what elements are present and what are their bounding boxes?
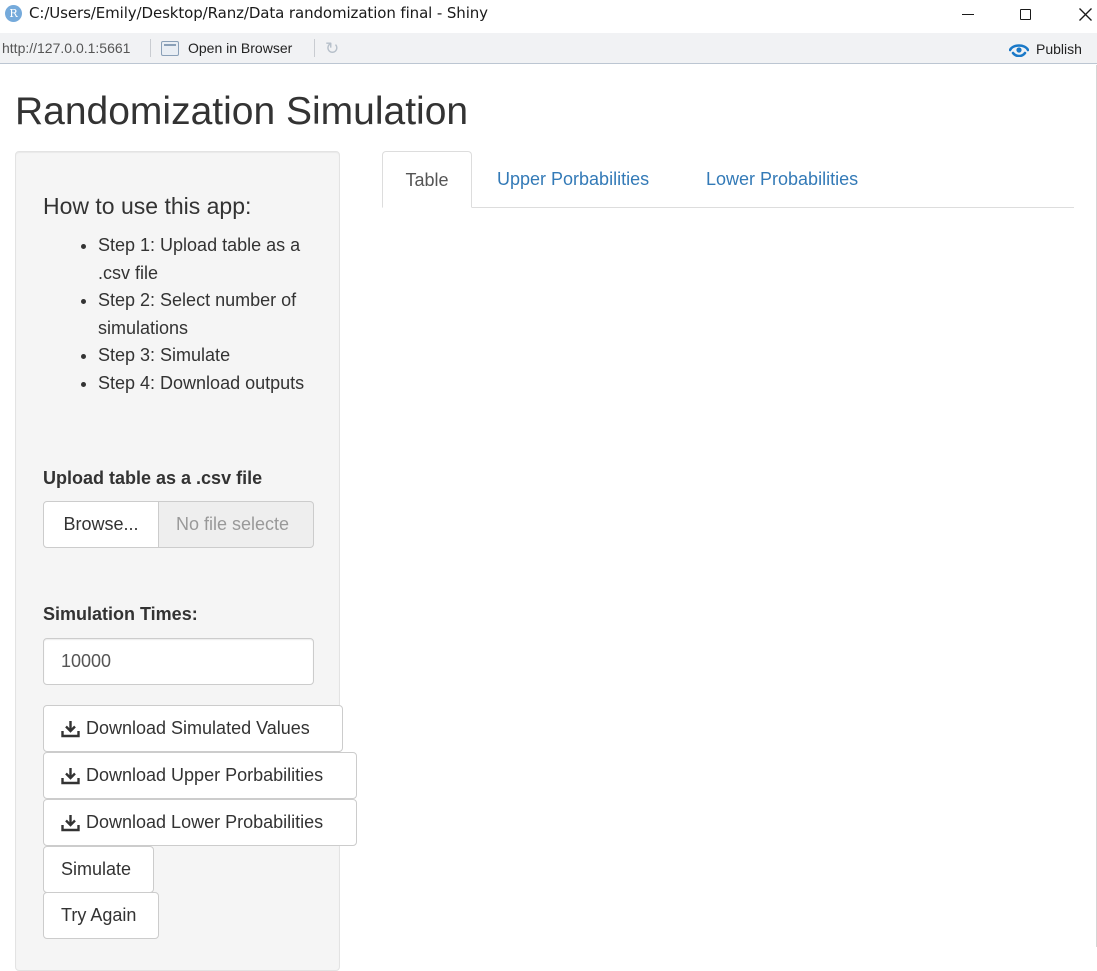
toolbar-divider — [150, 39, 151, 57]
list-item: Step 3: Simulate — [98, 342, 323, 370]
try-again-button[interactable]: Try Again — [43, 892, 159, 939]
list-item: Step 1: Upload table as a .csv file — [98, 232, 323, 287]
download-upper-probabilities-label: Download Upper Porbabilities — [86, 765, 324, 785]
download-lower-probabilities-label: Download Lower Probabilities — [86, 812, 324, 832]
refresh-icon[interactable]: ↻ — [325, 40, 339, 57]
url-display[interactable]: http://127.0.0.1:5661 — [2, 40, 130, 56]
download-simulated-values-label: Download Simulated Values — [86, 718, 310, 738]
open-in-browser-label: Open in Browser — [188, 40, 293, 56]
download-icon — [61, 815, 80, 832]
howto-title: How to use this app: — [43, 193, 252, 219]
list-item: Step 4: Download outputs — [98, 370, 323, 398]
shiny-app-page: Randomization Simulation How to use this… — [0, 65, 1097, 971]
file-upload-group: Browse... No file selecte — [43, 501, 314, 548]
simulation-times-label: Simulation Times: — [43, 604, 198, 624]
close-icon — [1078, 8, 1092, 21]
minimize-icon — [962, 14, 974, 15]
simulate-button[interactable]: Simulate — [43, 846, 154, 893]
simulation-times-input[interactable] — [43, 638, 314, 685]
minimize-button[interactable] — [945, 0, 991, 29]
window-title: C:/Users/Emily/Desktop/Ranz/Data randomi… — [29, 4, 488, 22]
page-title: Randomization Simulation — [15, 90, 469, 133]
download-upper-probabilities-button[interactable]: Download Upper Porbabilities — [43, 752, 357, 799]
file-name-field[interactable]: No file selecte — [159, 501, 314, 548]
maximize-icon — [1019, 9, 1031, 20]
steps-list: Step 1: Upload table as a .csv file Step… — [43, 232, 323, 397]
r-logo-icon: R — [5, 5, 22, 22]
tab-table[interactable]: Table — [382, 151, 472, 208]
tab-lower-probabilities[interactable]: Lower Probabilities — [706, 151, 858, 208]
tab-upper-probabilities[interactable]: Upper Porbabilities — [497, 151, 649, 208]
maximize-button[interactable] — [1002, 0, 1048, 29]
viewer-toolbar: http://127.0.0.1:5661 Open in Browser ↻ … — [0, 33, 1097, 64]
download-lower-probabilities-button[interactable]: Download Lower Probabilities — [43, 799, 357, 846]
list-item: Step 2: Select number of simulations — [98, 287, 323, 342]
close-button[interactable] — [1062, 0, 1097, 29]
main-tabs: Table Upper Porbabilities Lower Probabil… — [382, 151, 1074, 208]
window-title-bar: R C:/Users/Emily/Desktop/Ranz/Data rando… — [0, 0, 1097, 29]
upload-label: Upload table as a .csv file — [43, 468, 263, 488]
toolbar-divider — [314, 39, 315, 57]
download-simulated-values-button[interactable]: Download Simulated Values — [43, 705, 343, 752]
sidebar-panel: How to use this app: Step 1: Upload tabl… — [15, 151, 357, 971]
browse-button[interactable]: Browse... — [43, 501, 159, 548]
browser-window-icon — [161, 40, 179, 56]
publish-icon — [1009, 44, 1029, 57]
open-in-browser-button[interactable]: Open in Browser — [161, 37, 292, 59]
publish-label: Publish — [1036, 41, 1082, 57]
download-icon — [61, 721, 80, 738]
publish-button[interactable]: Publish — [1009, 39, 1082, 59]
download-icon — [61, 768, 80, 785]
